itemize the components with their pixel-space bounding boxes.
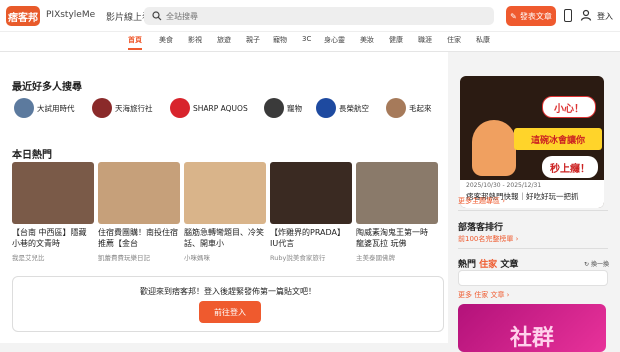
more-articles-link[interactable]: 更多 住家 文章 ›: [458, 290, 509, 300]
ad-bubble: 秒上癮！: [542, 156, 598, 178]
hot-articles-title: 熱門 住家 文章: [458, 257, 518, 270]
ad-bubble: 小心！: [542, 96, 596, 118]
chip-label: 毛起來: [409, 103, 432, 113]
article-author[interactable]: 凱蕾費費玩樂日記: [98, 252, 180, 262]
active-tab-indicator: [128, 48, 142, 50]
write-article-button[interactable]: ✎ 發表文章: [506, 6, 556, 26]
category-tab[interactable]: 美食: [159, 35, 173, 45]
article-title[interactable]: 住宿費團購！南投住宿推薦【金台: [98, 227, 180, 249]
search-icon: [152, 11, 162, 21]
chip-label: 大試用時代: [37, 103, 75, 113]
category-tab[interactable]: 美妝: [360, 35, 374, 45]
category-tab[interactable]: 影視: [188, 35, 202, 45]
article-thumbnail: [270, 162, 352, 224]
chip-label: 長榮航空: [339, 103, 369, 113]
avatar: [316, 98, 336, 118]
article-title[interactable]: 【台南 中西區】隱藏小巷的文青時: [12, 227, 94, 249]
refresh-icon: ↻: [584, 261, 591, 268]
article-author[interactable]: 主美泰國佛牌: [356, 252, 438, 262]
search-input[interactable]: [166, 9, 466, 23]
article-thumbnail: [12, 162, 94, 224]
chip-label: 天海旅行社: [115, 103, 153, 113]
pixnet-logo[interactable]: 痞客邦: [6, 6, 40, 26]
blogger-rank-title: 部落客排行: [458, 223, 504, 233]
avatar: [264, 98, 284, 118]
welcome-box: 歡迎來到痞客邦！登入後趕緊發佈第一篇貼文吧！ 前往登入: [12, 276, 444, 332]
category-tab[interactable]: 身心靈: [324, 35, 345, 45]
article-title[interactable]: 陶威素淘鬼王第一時 龍婆瓦拉 玩佛: [356, 227, 438, 249]
article-title[interactable]: 腦筋急轉彎題目、冷笑話、開車小: [184, 227, 266, 249]
top-navbar: 痞客邦 PIXstyleMe 影片線上看 ✎ 發表文章 登入: [0, 0, 620, 32]
avatar: [92, 98, 112, 118]
article-card[interactable]: 【炸雞界的PRADA】IU代言 Ruby說美食家旅行: [270, 162, 352, 262]
article-card[interactable]: 住宿費團購！南投住宿推薦【金台 凱蕾費費玩樂日記: [98, 162, 180, 262]
hot-articles-category: 住家: [479, 260, 498, 270]
community-banner[interactable]: 社群: [458, 304, 606, 352]
category-tab[interactable]: 首頁: [128, 35, 142, 45]
mobile-app-icon[interactable]: [564, 9, 572, 22]
article-thumbnail: [356, 162, 438, 224]
category-nav: 首頁 美食 影視 旅遊 親子 寵物 3C 身心靈 美妝 健康 職涯 住家 私康: [0, 32, 620, 52]
more-topics-link[interactable]: 更多主題專區 ›: [458, 196, 505, 206]
refresh-label: 換一換: [590, 261, 609, 268]
article-author[interactable]: 小咪媽咪: [184, 252, 266, 262]
popular-search-chip[interactable]: 寵物: [264, 97, 302, 119]
popular-search-chip[interactable]: 大試用時代: [14, 97, 75, 119]
user-icon[interactable]: [580, 9, 592, 21]
category-tab[interactable]: 旅遊: [217, 35, 231, 45]
category-tab[interactable]: 親子: [246, 35, 260, 45]
hot-articles-title-pre: 熱門: [458, 260, 477, 270]
write-article-label: 發表文章: [519, 11, 552, 21]
article-author[interactable]: 我是艾兒比: [12, 252, 94, 262]
category-tab[interactable]: 健康: [389, 35, 403, 45]
search-bar[interactable]: [144, 7, 494, 25]
avatar: [14, 98, 34, 118]
chip-label: SHARP AQUOS: [193, 103, 248, 113]
divider: [458, 210, 608, 211]
divider: [458, 248, 608, 249]
avatar: [386, 98, 406, 118]
category-tab[interactable]: 職涯: [418, 35, 432, 45]
welcome-message: 歡迎來到痞客邦！登入後趕緊發佈第一篇貼文吧！: [140, 287, 316, 296]
go-login-button[interactable]: 前往登入: [199, 301, 261, 323]
category-tab[interactable]: 住家: [447, 35, 461, 45]
popular-search-chip[interactable]: 毛起來: [386, 97, 432, 119]
chip-label: 寵物: [287, 103, 302, 113]
popular-search-chip[interactable]: SHARP AQUOS: [170, 97, 248, 119]
ad-bubble: 這碗冰會讓你: [514, 128, 602, 150]
right-sidebar: 小心！ 這碗冰會讓你 秒上癮！ 2025/10/30 - 2025/12/31 …: [456, 52, 620, 352]
pen-icon: ✎: [510, 11, 517, 21]
avatar: [170, 98, 190, 118]
login-link[interactable]: 登入: [597, 11, 613, 22]
category-tab[interactable]: 私康: [476, 35, 490, 45]
ad-date: 2025/10/30 - 2025/12/31: [466, 182, 542, 189]
blogger-rank-link[interactable]: 前100名完整榜單 ›: [458, 234, 518, 244]
article-card[interactable]: 腦筋急轉彎題目、冷笑話、開車小 小咪媽咪: [184, 162, 266, 262]
refresh-button[interactable]: ↻ 換一換: [584, 259, 609, 268]
popular-search-chip[interactable]: 長榮航空: [316, 97, 369, 119]
article-thumbnail: [184, 162, 266, 224]
category-tab[interactable]: 寵物: [273, 35, 287, 45]
category-tab[interactable]: 3C: [302, 35, 311, 43]
article-title[interactable]: 【炸雞界的PRADA】IU代言: [270, 227, 352, 249]
article-card[interactable]: 【台南 中西區】隱藏小巷的文青時 我是艾兒比: [12, 162, 94, 262]
hot-articles-list: [458, 270, 608, 286]
article-card[interactable]: 陶威素淘鬼王第一時 龍婆瓦拉 玩佛 主美泰國佛牌: [356, 162, 438, 262]
promo-ad[interactable]: 小心！ 這碗冰會讓你 秒上癮！ 2025/10/30 - 2025/12/31 …: [460, 76, 604, 208]
hot-today-title: 本日熱門: [12, 150, 52, 161]
article-thumbnail: [98, 162, 180, 224]
popular-search-chip[interactable]: 天海旅行社: [92, 97, 153, 119]
mascot-illustration: [472, 120, 516, 176]
hot-articles-title-post: 文章: [500, 260, 519, 270]
popular-search-title: 最近好多人搜尋: [12, 82, 82, 93]
article-author[interactable]: Ruby說美食家旅行: [270, 252, 352, 262]
pixstyleme-link[interactable]: PIXstyleMe: [46, 10, 95, 20]
